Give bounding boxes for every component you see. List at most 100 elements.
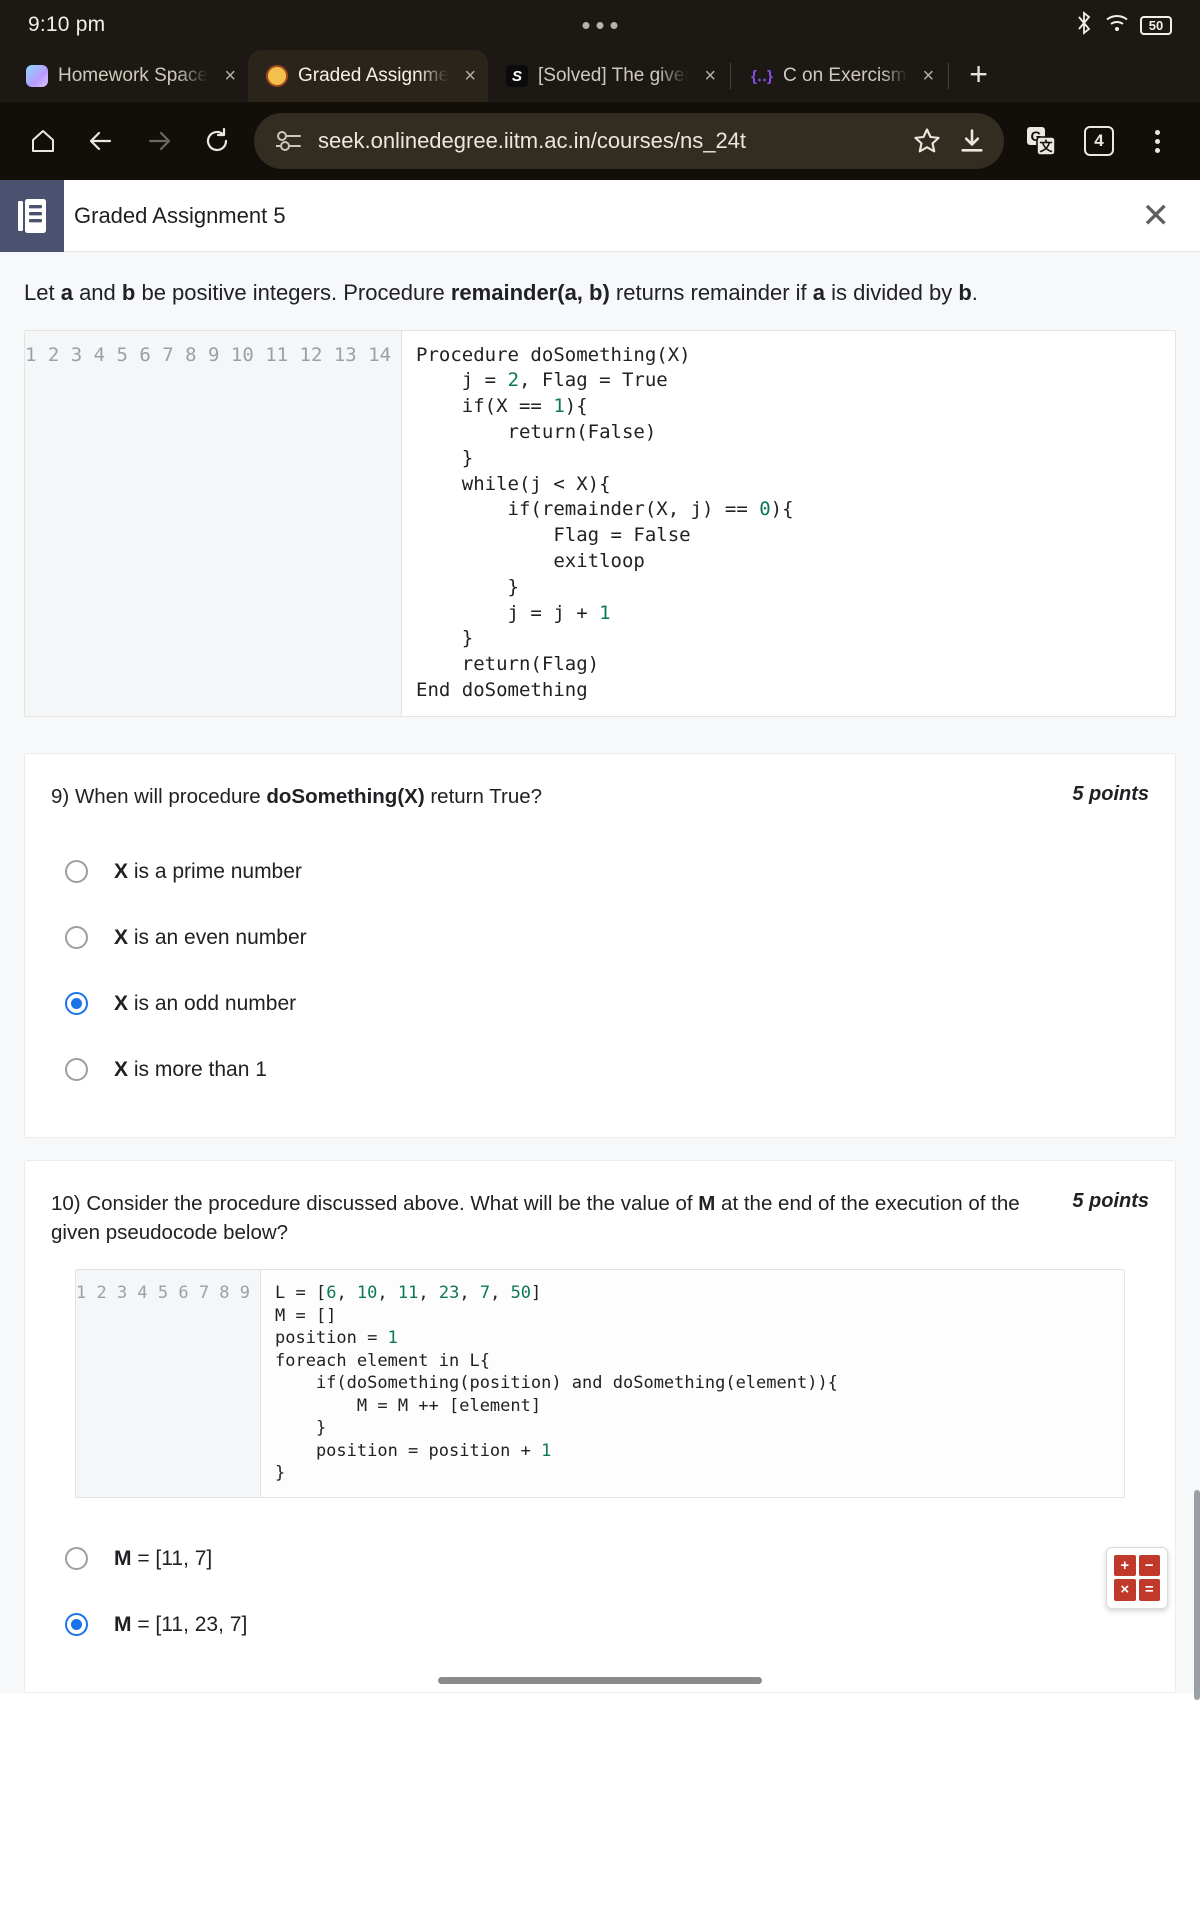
forward-arrow-icon [130, 112, 188, 170]
option-variable: M [114, 1546, 132, 1570]
option-row[interactable]: X is an odd number [51, 971, 1149, 1037]
option-variable: X [114, 925, 129, 949]
browser-tab-solved[interactable]: S [Solved] The given × [488, 50, 728, 102]
calc-key-times[interactable]: × [1114, 1579, 1136, 1601]
option-row[interactable]: X is more than 1 [51, 1037, 1149, 1103]
option-row[interactable]: X is a prime number [51, 839, 1149, 905]
intro-text-6: . [971, 280, 978, 305]
option-text: is more than 1 [128, 1057, 267, 1081]
pseudocode-text: L = [6, 10, 11, 23, 7, 50] M = [] positi… [275, 1283, 838, 1484]
question-9-options: X is a prime number X is an even number … [51, 839, 1149, 1103]
calc-key-minus[interactable]: − [1138, 1554, 1160, 1577]
calculator-widget[interactable]: + − × = [1106, 1546, 1168, 1609]
reload-icon[interactable] [188, 112, 246, 170]
option-text: = [11, 23, 7] [131, 1612, 248, 1636]
system-status-bar: 9:10 pm 50 [0, 0, 1200, 50]
tab-close-icon[interactable]: × [917, 65, 935, 88]
question-10-header: 10) Consider the procedure discussed abo… [51, 1189, 1149, 1247]
option-variable: X [114, 859, 129, 883]
radio-button-selected[interactable] [65, 1613, 88, 1637]
intro-text-5: is divided by [825, 280, 959, 305]
tab-close-icon[interactable]: × [218, 65, 236, 88]
option-text: is an odd number [128, 991, 297, 1015]
option-variable: X [114, 1057, 129, 1081]
exercism-icon: {‥} [751, 67, 773, 85]
page-title: Graded Assignment 5 [74, 202, 286, 228]
address-bar[interactable]: seek.onlinedegree.iitm.ac.in/courses/ns_… [254, 113, 1004, 169]
browser-tab-exercism[interactable]: {‥} C on Exercism × [733, 50, 946, 102]
page-scrollbar[interactable] [1194, 1490, 1200, 1700]
question-9-bold-term: doSomething(X) [266, 784, 425, 808]
question-9-header: 9) When will procedure doSomething(X) re… [51, 782, 1149, 811]
radio-button[interactable] [65, 860, 88, 884]
document-icon [0, 179, 64, 252]
home-indicator [438, 1676, 762, 1684]
assignment-header: Graded Assignment 5 ✕ [0, 179, 1200, 252]
browser-tab-graded-assignment[interactable]: Graded Assignmen × [248, 50, 488, 102]
question-10-bold-term: M [698, 1191, 716, 1215]
option-label: M = [11, 23, 7] [114, 1613, 247, 1637]
question-9-points: 5 points [1072, 782, 1149, 805]
option-text: = [11, 7] [131, 1546, 213, 1570]
tab-separator [730, 63, 731, 89]
browser-toolbar: seek.onlinedegree.iitm.ac.in/courses/ns_… [0, 102, 1200, 180]
pseudocode-text: Procedure doSomething(X) j = 2, Flag = T… [416, 343, 794, 702]
tab-count-label: 4 [1084, 126, 1114, 156]
wifi-icon [1105, 13, 1129, 38]
tab-title: [Solved] The given [538, 65, 689, 86]
option-row[interactable]: X is an even number [51, 905, 1149, 971]
question-9-number: 9) [51, 784, 70, 808]
tab-counter-button[interactable]: 4 [1070, 112, 1128, 170]
tab-title: C on Exercism [783, 65, 907, 86]
option-variable: M [114, 1612, 132, 1636]
question-9-text-before: When will procedure [74, 784, 267, 808]
radio-button[interactable] [65, 1058, 88, 1082]
new-tab-button[interactable]: + [951, 58, 1006, 94]
kebab-menu-icon[interactable] [1128, 112, 1186, 170]
calc-key-plus[interactable]: + [1114, 1554, 1136, 1577]
star-icon[interactable] [912, 126, 942, 156]
question-10-points: 5 points [1072, 1189, 1149, 1212]
bluetooth-icon [1074, 10, 1094, 40]
option-variable: X [114, 991, 129, 1015]
tab-title: Homework Space - [58, 65, 209, 86]
intro-paragraph: Let a and b be positive integers. Proced… [0, 252, 1200, 330]
radio-button-selected[interactable] [65, 992, 88, 1016]
homework-space-icon [26, 65, 48, 87]
option-label: X is a prime number [114, 860, 302, 884]
radio-button[interactable] [65, 926, 88, 950]
radio-button[interactable] [65, 1547, 88, 1571]
question-10-options: M = [11, 7] M = [11, 23, 7] [51, 1526, 1149, 1658]
site-settings-icon[interactable] [276, 130, 302, 152]
question-9-text-after: return True? [424, 784, 543, 808]
question-9-text: 9) When will procedure doSomething(X) re… [51, 782, 1052, 811]
graded-assignment-icon [266, 65, 288, 87]
translate-icon[interactable]: G 文 [1012, 112, 1070, 170]
option-text: is an even number [128, 925, 307, 949]
download-icon[interactable] [958, 127, 986, 155]
browser-window: 9:10 pm 50 Homework Space - × Graded Ass… [0, 0, 1200, 180]
option-row[interactable]: M = [11, 23, 7] [51, 1592, 1149, 1658]
home-icon[interactable] [14, 112, 72, 170]
calc-key-equals[interactable]: = [1138, 1579, 1160, 1601]
svg-text:文: 文 [1039, 139, 1053, 154]
pseudocode-block-main: 1 2 3 4 5 6 7 8 9 10 11 12 13 14 Procedu… [24, 329, 1176, 717]
question-10-text-before: Consider the procedure discussed above. … [86, 1191, 699, 1215]
option-text: is a prime number [128, 859, 302, 883]
close-icon[interactable]: ✕ [1142, 199, 1171, 233]
url-text: seek.onlinedegree.iitm.ac.in/courses/ns_… [318, 128, 747, 153]
option-label: X is an even number [114, 926, 307, 950]
tab-close-icon[interactable]: × [698, 65, 716, 88]
status-icons: 50 [1074, 10, 1172, 40]
back-arrow-icon[interactable] [72, 112, 130, 170]
line-number-gutter: 1 2 3 4 5 6 7 8 9 [76, 1270, 261, 1497]
tab-close-icon[interactable]: × [458, 65, 476, 88]
intro-text-3: be positive integers. Procedure [135, 280, 451, 305]
option-label: X is an odd number [114, 992, 296, 1016]
browser-tab-homework-space[interactable]: Homework Space - × [8, 50, 248, 102]
intro-text-4: returns remainder if [609, 280, 813, 305]
option-row[interactable]: M = [11, 7] [51, 1526, 1149, 1592]
battery-indicator: 50 [1140, 15, 1172, 35]
line-number-gutter: 1 2 3 4 5 6 7 8 9 10 11 12 13 14 [25, 330, 403, 716]
status-dots-indicator [582, 21, 618, 29]
